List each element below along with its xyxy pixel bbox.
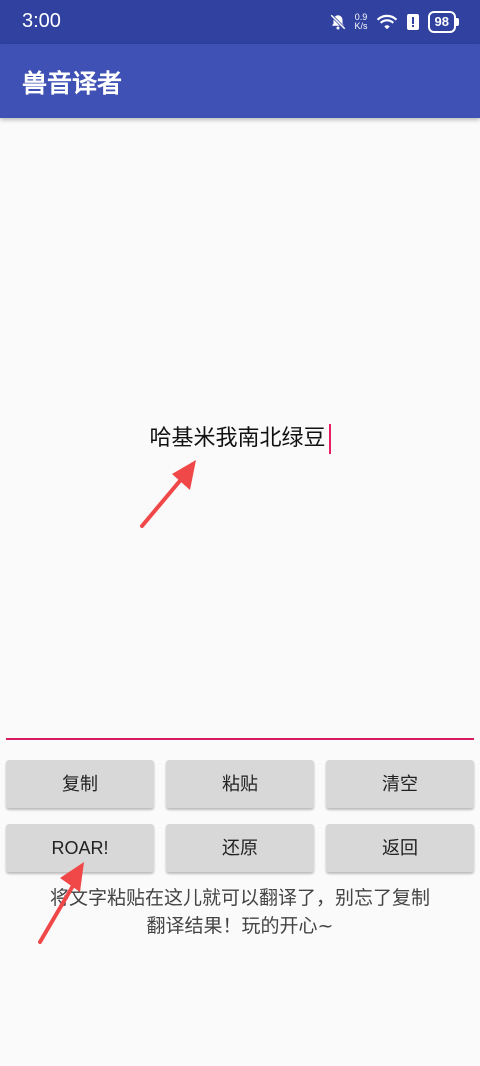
copy-button[interactable]: 复制 <box>6 760 154 808</box>
status-bar: 3:00 0.9 K/s 98 <box>0 0 480 44</box>
annotation-arrow-icon-2 <box>38 862 84 944</box>
text-cursor <box>328 424 331 454</box>
text-input-value: 哈基米我南北绿豆 <box>149 426 326 451</box>
app-bar: 兽音译者 <box>0 44 480 118</box>
annotation-arrow-icon <box>140 460 196 528</box>
status-icons: 0.9 K/s 98 <box>329 10 460 34</box>
text-input-underline <box>6 738 474 740</box>
back-button[interactable]: 返回 <box>326 824 474 872</box>
battery-saver-icon <box>406 14 419 30</box>
paste-button[interactable]: 粘贴 <box>166 760 314 808</box>
clear-button[interactable]: 清空 <box>326 760 474 808</box>
bell-muted-icon <box>329 14 346 30</box>
status-time: 3:00 <box>22 10 61 32</box>
restore-button[interactable]: 还原 <box>166 824 314 872</box>
wifi-icon <box>376 14 397 30</box>
net-speed-unit: K/s <box>354 21 368 31</box>
app-title: 兽音译者 <box>22 69 123 98</box>
net-speed: 0.9 K/s <box>355 13 368 31</box>
battery-icon: 98 <box>427 11 460 33</box>
text-input[interactable]: 哈基米我南北绿豆 <box>0 420 480 454</box>
